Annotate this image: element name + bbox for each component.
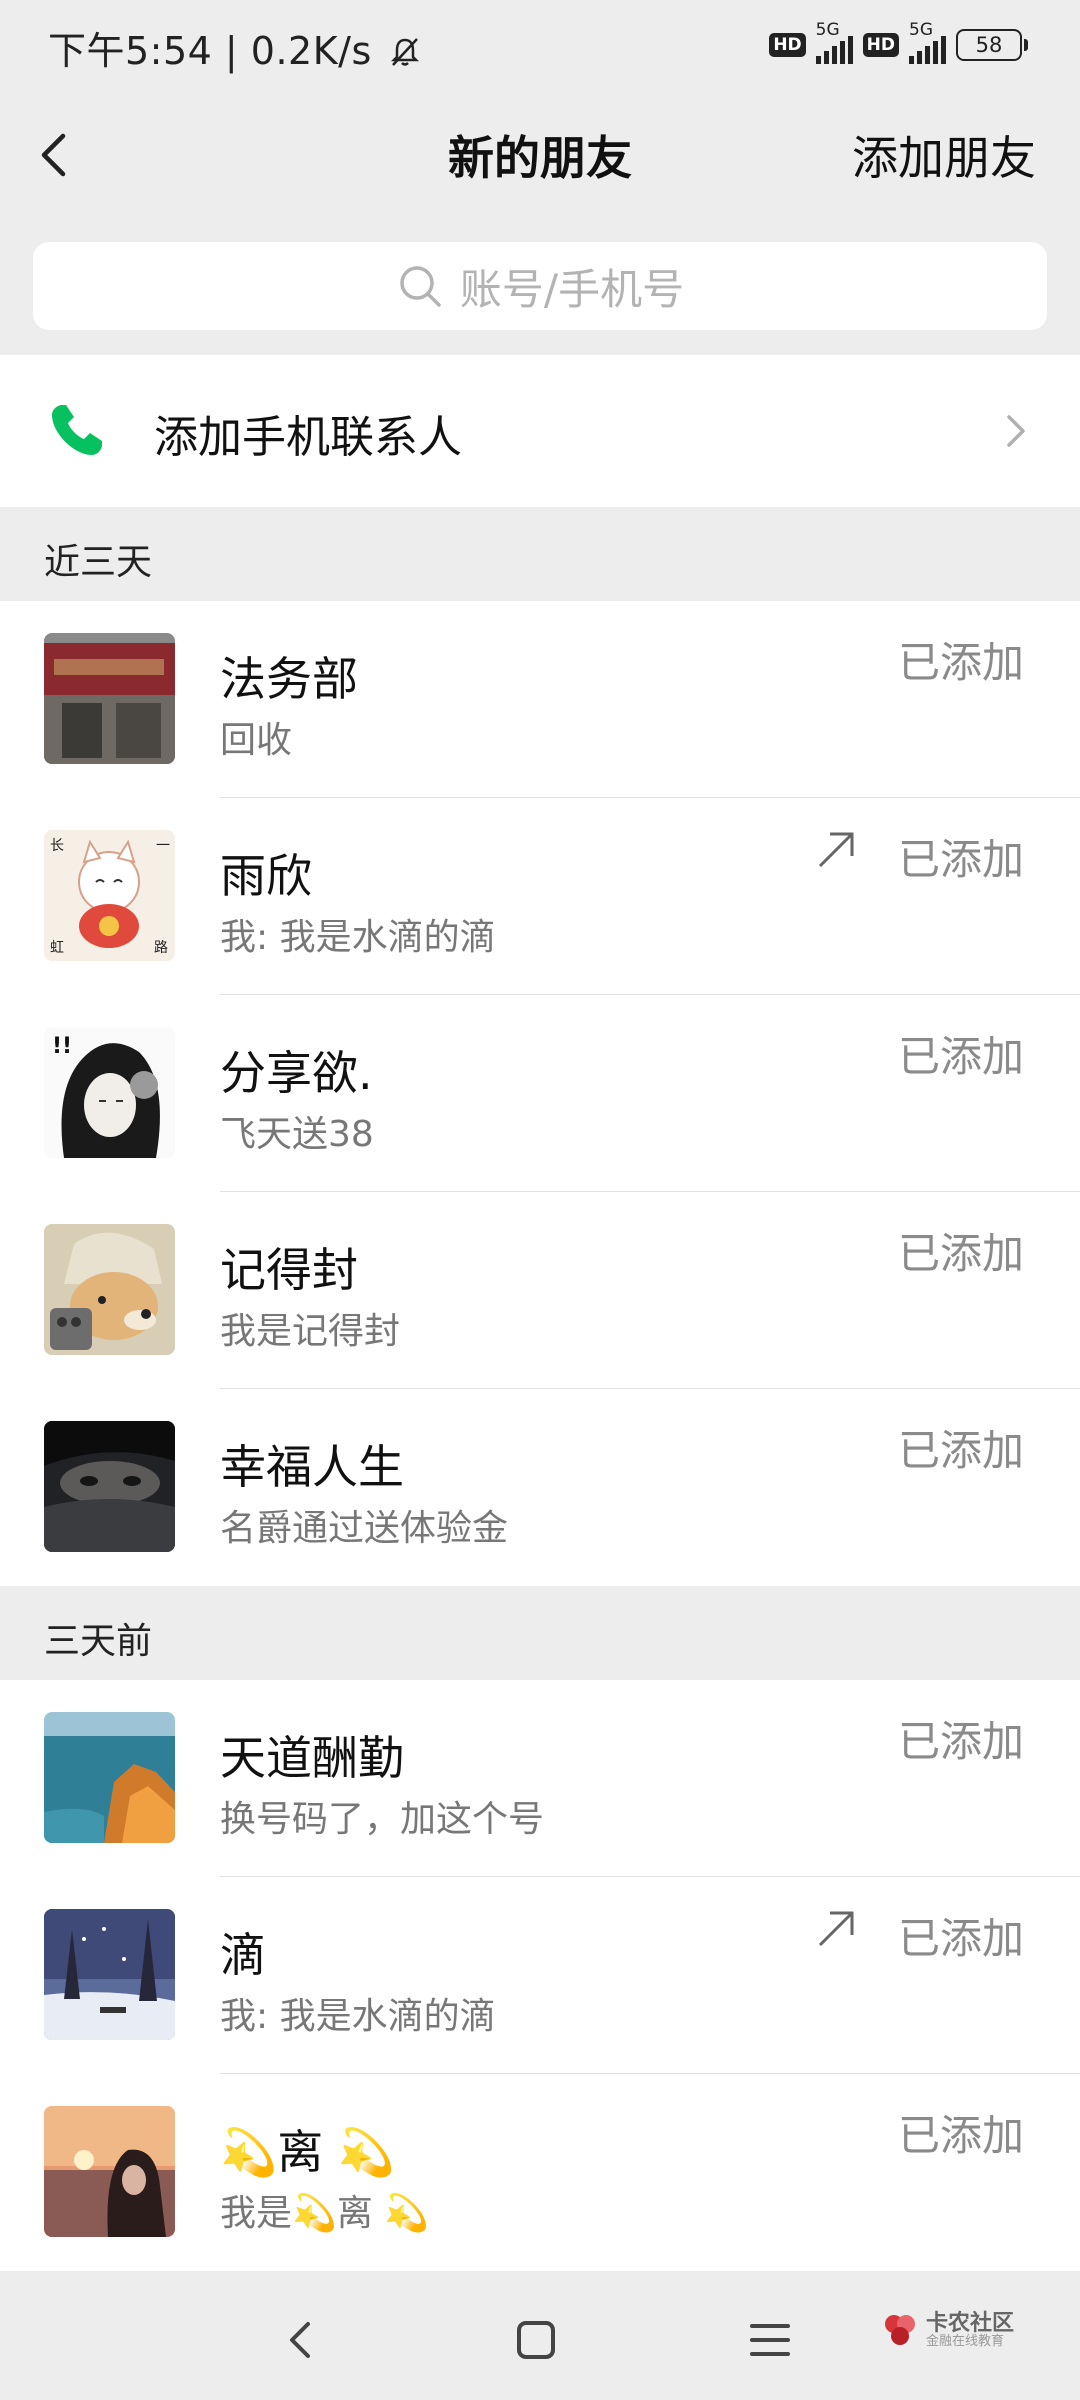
friend-name: 记得封 [220, 1243, 358, 1297]
avatar [44, 633, 175, 764]
nav-home-icon[interactable] [512, 2316, 560, 2364]
hd-badge-1: HD [769, 33, 806, 57]
svg-text:!!: !! [52, 1034, 72, 1059]
added-status: 已添加 [897, 1426, 1024, 1475]
added-status: 已添加 [897, 835, 1024, 884]
friend-message: 我: 我是水滴的滴 [220, 917, 496, 958]
watermark-logo-icon [884, 2315, 915, 2346]
svg-text:路: 路 [154, 940, 168, 956]
search-icon [400, 266, 441, 307]
system-nav-bar: 卡农社区 金融在线教育 [0, 2272, 1080, 2400]
signal-icon-2: 5G [909, 20, 946, 64]
friend-message: 名爵通过送体验金 [220, 1508, 509, 1549]
avatar [44, 1224, 175, 1355]
friend-message: 换号码了，加这个号 [220, 1799, 545, 1840]
friend-name: 滴 [220, 1928, 266, 1982]
section-header-label: 三天前 [44, 1621, 153, 1662]
friend-name: 幸福人生 [220, 1440, 404, 1494]
back-button[interactable] [30, 120, 90, 190]
watermark-title: 卡农社区 [925, 2311, 1014, 2336]
friend-message: 我: 我是水滴的滴 [220, 1996, 496, 2037]
svg-text:长: 长 [50, 838, 64, 854]
added-status: 已添加 [897, 2111, 1024, 2160]
nav-bar: 新的朋友 添加朋友 [0, 92, 1080, 220]
search-input[interactable]: 账号/手机号 [33, 242, 1047, 330]
friend-name: 天道酬勤 [220, 1731, 404, 1785]
add-phone-contacts-label: 添加手机联系人 [154, 412, 462, 463]
section-header-earlier: 三天前 [0, 1586, 1080, 1680]
avatar: 长 一 虹 路 [44, 830, 175, 961]
hd-badge-2: HD [862, 33, 899, 57]
added-status: 已添加 [897, 1229, 1024, 1278]
add-friend-button[interactable]: 添加朋友 [852, 122, 1036, 188]
friend-message: 我是💫离 💫 [220, 2193, 430, 2234]
friend-row[interactable]: 幸福人生 名爵通过送体验金 已添加 [0, 1389, 1080, 1586]
avatar [44, 2106, 175, 2237]
friend-row[interactable]: 滴 我: 我是水滴的滴 已添加 [0, 1877, 1080, 2074]
friend-name: 分享欲. [220, 1046, 373, 1100]
signal-icon-1: 5G [815, 20, 853, 64]
svg-text:一: 一 [156, 838, 170, 854]
avatar: !! [44, 1027, 175, 1158]
friend-name: 雨欣 [220, 849, 312, 903]
friend-name: 法务部 [220, 652, 358, 706]
nav-back-icon[interactable] [278, 2316, 326, 2364]
friend-row[interactable]: 💫离 💫 我是💫离 💫 已添加 [0, 2074, 1080, 2271]
friend-message: 飞天送38 [220, 1114, 374, 1155]
share-arrow-icon [818, 1911, 854, 1947]
share-arrow-icon [818, 832, 854, 868]
search-placeholder: 账号/手机号 [459, 264, 685, 314]
friend-row[interactable]: !! 分享欲. 飞天送38 已添加 [0, 995, 1080, 1192]
friend-name: 💫离 💫 [220, 2125, 396, 2179]
section-header-recent: 近三天 [0, 507, 1080, 601]
status-icons: HD 5G HD 5G 58 [769, 20, 1028, 64]
status-time-speed: 下午5:54 | 0.2K/s [48, 20, 422, 75]
added-status: 已添加 [897, 638, 1024, 687]
added-status: 已添加 [897, 1717, 1024, 1766]
friend-row[interactable]: 法务部 回收 已添加 [0, 601, 1080, 798]
added-status: 已添加 [897, 1032, 1024, 1081]
svg-text:虹: 虹 [50, 940, 64, 956]
avatar [44, 1712, 175, 1843]
phone-icon [52, 405, 102, 455]
add-phone-contacts-item[interactable]: 添加手机联系人 [0, 355, 1080, 507]
friend-row[interactable]: 长 一 虹 路 雨欣 我: 我是水滴的滴 已添加 [0, 798, 1080, 995]
avatar [44, 1421, 175, 1552]
status-bar: 下午5:54 | 0.2K/s HD 5G HD 5G 58 [0, 0, 1080, 92]
section-header-label: 近三天 [44, 542, 153, 583]
battery-icon: 58 [956, 29, 1028, 61]
friend-row[interactable]: 记得封 我是记得封 已添加 [0, 1192, 1080, 1389]
avatar [44, 1909, 175, 2040]
added-status: 已添加 [897, 1914, 1024, 1963]
friend-row[interactable]: 天道酬勤 换号码了，加这个号 已添加 [0, 1680, 1080, 1877]
chevron-right-icon [1007, 415, 1025, 447]
nav-menu-icon[interactable] [746, 2316, 794, 2364]
watermark-subtitle: 金融在线教育 [925, 2334, 1004, 2350]
friend-message: 我是记得封 [220, 1311, 401, 1352]
watermark: 卡农社区 金融在线教育 [882, 2312, 1014, 2349]
status-text: 下午5:54 | 0.2K/s [48, 29, 372, 73]
mute-bell-icon [391, 38, 420, 66]
back-arrow-icon [41, 133, 66, 177]
friend-message: 回收 [220, 720, 293, 761]
